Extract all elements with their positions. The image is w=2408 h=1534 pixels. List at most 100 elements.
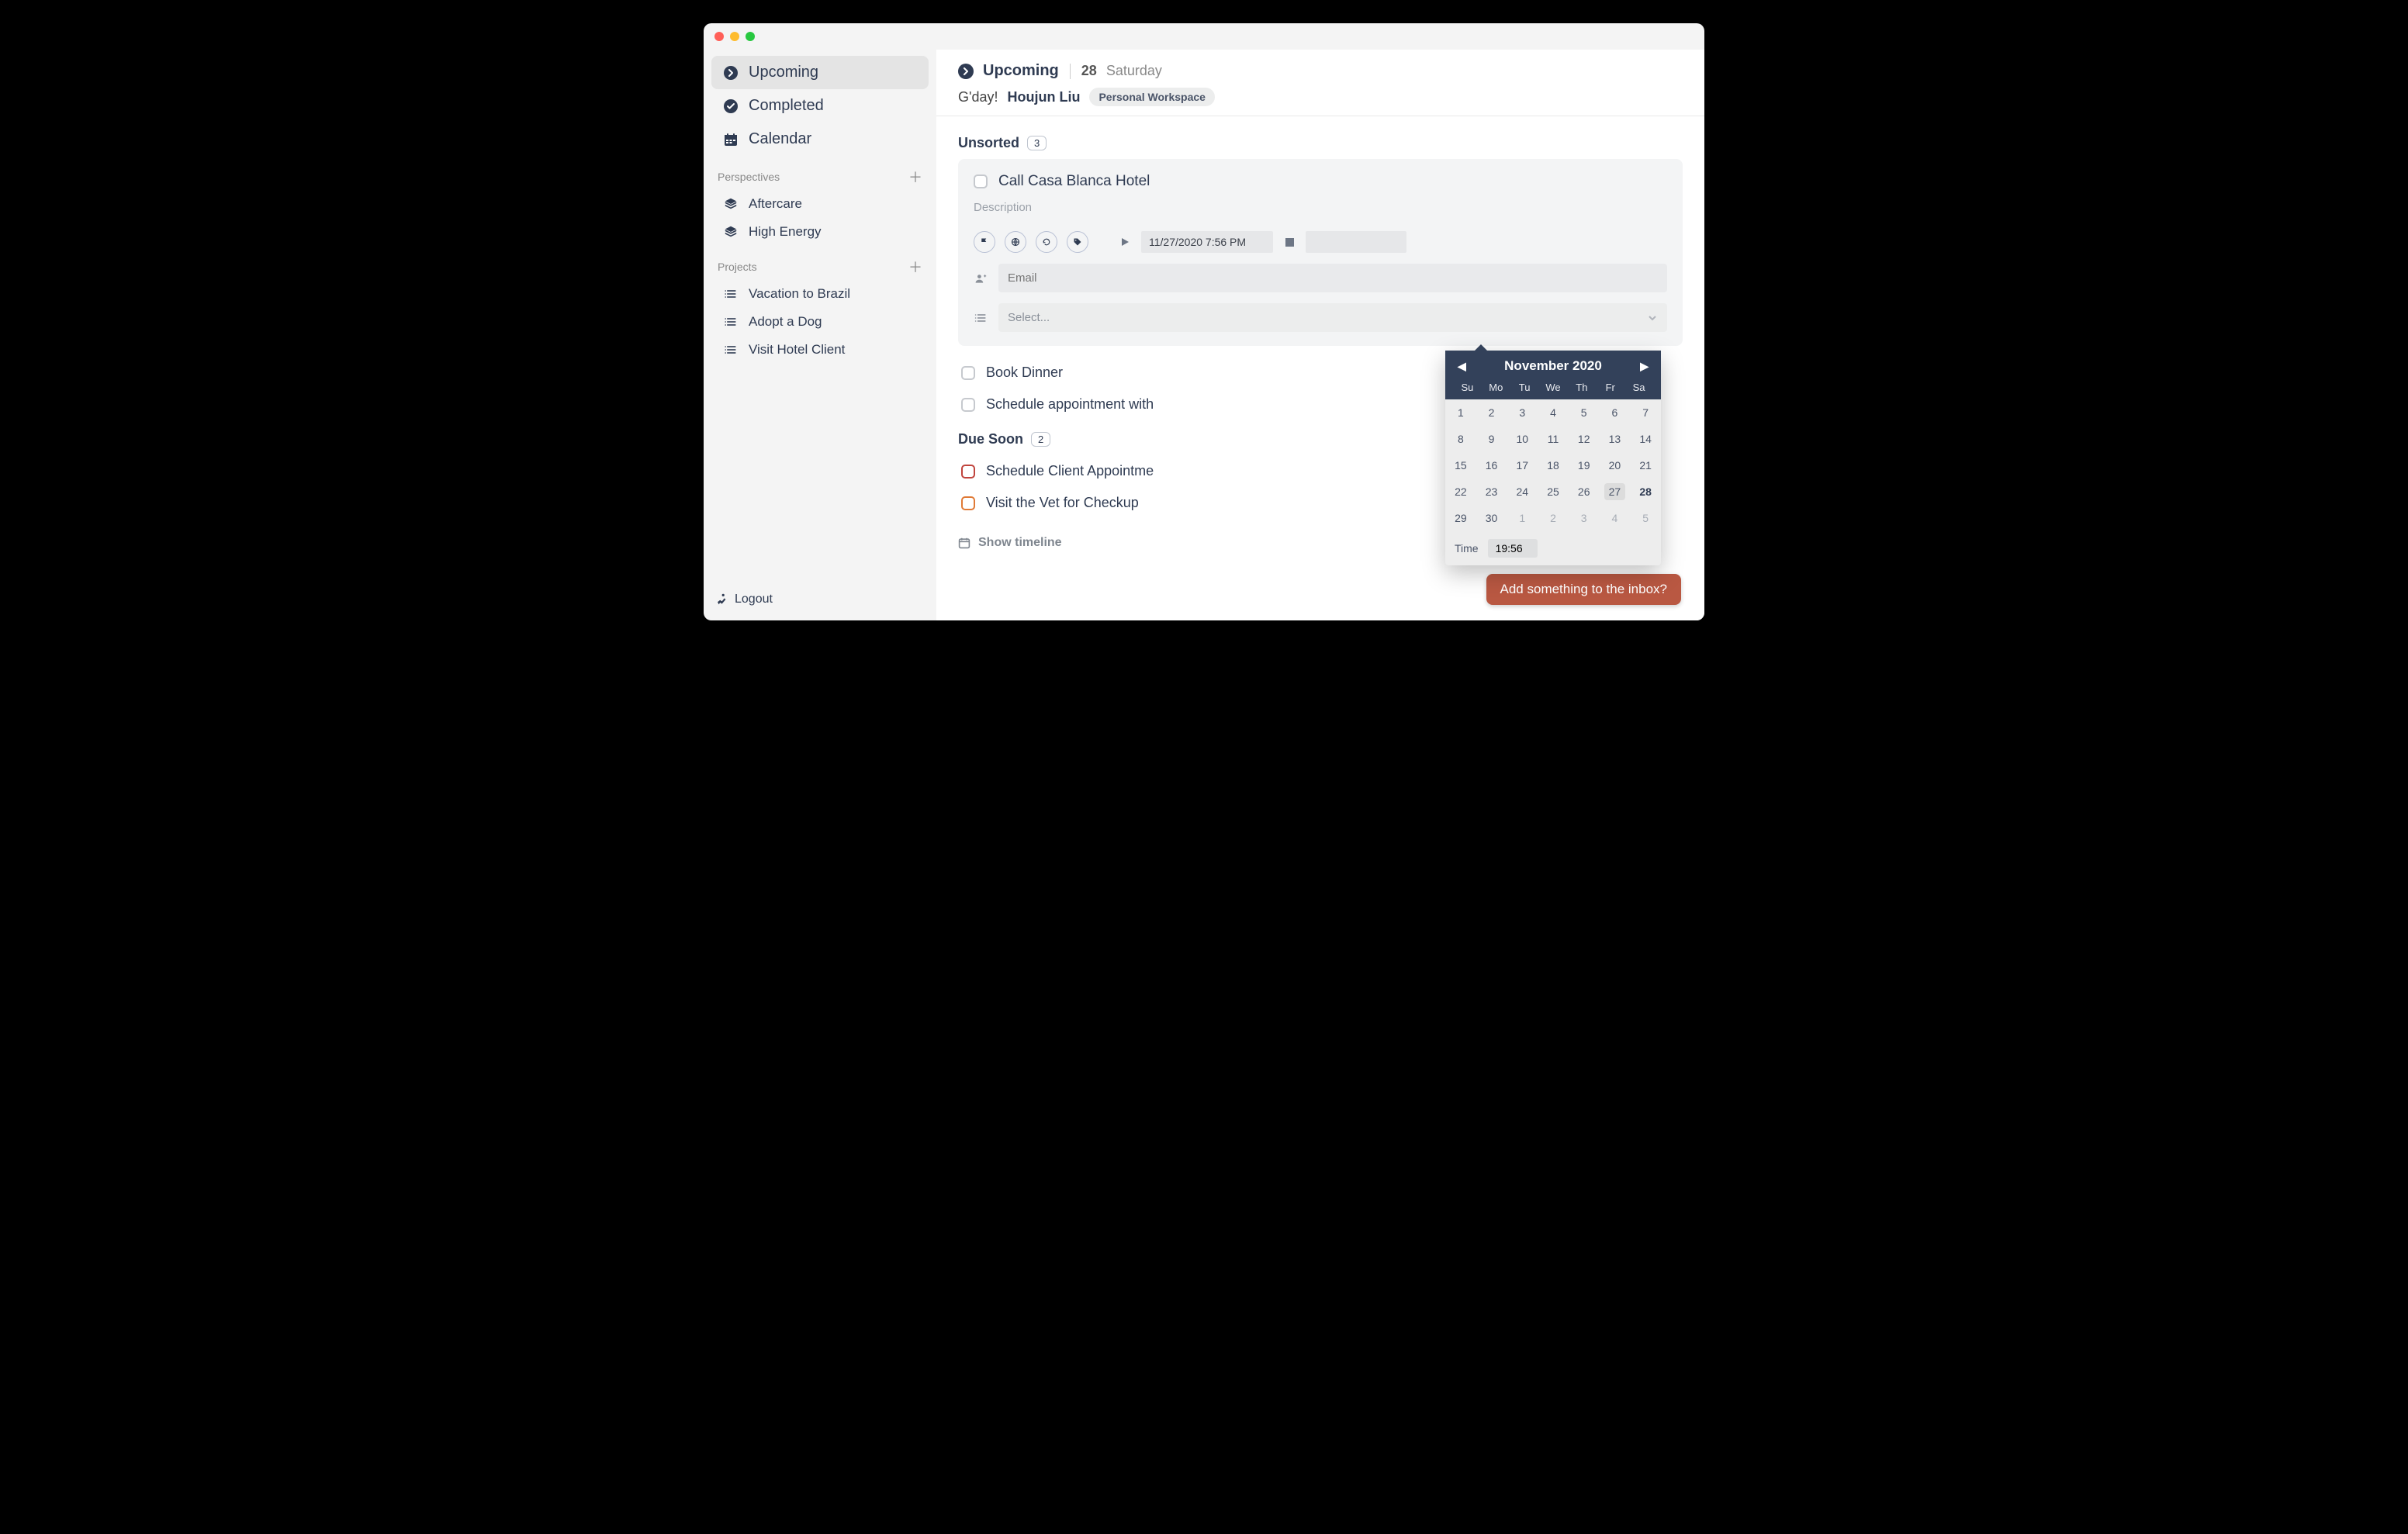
window-zoom-button[interactable] (746, 32, 755, 41)
task-description-placeholder[interactable]: Description (974, 201, 1667, 214)
datepicker-day[interactable]: 3 (1507, 399, 1538, 426)
datepicker-day[interactable]: 27 (1600, 479, 1631, 505)
header-date-number: 28 (1081, 63, 1097, 79)
project-label: Vacation to Brazil (749, 286, 850, 302)
datepicker-day[interactable]: 14 (1630, 426, 1661, 452)
nav-completed[interactable]: Completed (711, 89, 929, 123)
task-checkbox[interactable] (961, 465, 975, 479)
list-icon (974, 312, 988, 324)
datepicker-day[interactable]: 10 (1507, 426, 1538, 452)
datepicker-day[interactable]: 7 (1630, 399, 1661, 426)
datepicker-day[interactable]: 11 (1538, 426, 1569, 452)
flag-button[interactable] (974, 231, 995, 253)
start-datetime-input[interactable] (1141, 231, 1273, 253)
datepicker-weekday: Th (1567, 382, 1596, 393)
project-select[interactable]: Select... (998, 303, 1667, 332)
section-title-text: Due Soon (958, 431, 1023, 447)
perspective-item[interactable]: Aftercare (711, 190, 929, 218)
tag-button[interactable] (1067, 231, 1088, 253)
datepicker-day[interactable]: 24 (1507, 479, 1538, 505)
datepicker-weekday: We (1539, 382, 1568, 393)
task-label: Schedule appointment with (986, 396, 1154, 413)
datepicker-day[interactable]: 23 (1476, 479, 1507, 505)
datepicker-day[interactable]: 2 (1476, 399, 1507, 426)
greeting-text: G'day! (958, 89, 998, 105)
nav-calendar[interactable]: Calendar (711, 123, 929, 156)
project-item[interactable]: Vacation to Brazil (711, 280, 929, 308)
datepicker-next-button[interactable]: ▶ (1635, 360, 1653, 373)
task-checkbox[interactable] (961, 398, 975, 412)
layers-icon (722, 197, 739, 211)
datepicker-day[interactable]: 13 (1600, 426, 1631, 452)
logout-button[interactable]: Logout (711, 588, 929, 611)
repeat-button[interactable] (1036, 231, 1057, 253)
perspective-label: High Energy (749, 224, 822, 240)
datepicker-day[interactable]: 30 (1476, 505, 1507, 531)
datepicker-day[interactable]: 29 (1445, 505, 1476, 531)
window-close-button[interactable] (714, 32, 724, 41)
datepicker-day[interactable]: 15 (1445, 452, 1476, 479)
datepicker-day[interactable]: 18 (1538, 452, 1569, 479)
datepicker-day[interactable]: 9 (1476, 426, 1507, 452)
datepicker-day[interactable]: 1 (1507, 505, 1538, 531)
datepicker-day[interactable]: 25 (1538, 479, 1569, 505)
datepicker-day[interactable]: 4 (1600, 505, 1631, 531)
task-checkbox[interactable] (974, 174, 988, 188)
task-checkbox[interactable] (961, 366, 975, 380)
list-icon (722, 288, 739, 300)
window-minimize-button[interactable] (730, 32, 739, 41)
play-icon (1118, 237, 1132, 247)
nav-upcoming[interactable]: Upcoming (711, 56, 929, 89)
page-title: Upcoming (983, 62, 1059, 80)
nav-label: Upcoming (749, 64, 818, 81)
project-item[interactable]: Visit Hotel Client (711, 336, 929, 364)
datepicker-prev-button[interactable]: ◀ (1453, 360, 1471, 373)
datepicker-day[interactable]: 22 (1445, 479, 1476, 505)
add-project-button[interactable]: ＋ (908, 257, 922, 277)
datepicker-day[interactable]: 26 (1569, 479, 1600, 505)
perspective-item[interactable]: High Energy (711, 218, 929, 246)
nav-label: Calendar (749, 130, 811, 148)
project-item[interactable]: Adopt a Dog (711, 308, 929, 336)
datepicker-day[interactable]: 5 (1569, 399, 1600, 426)
datepicker-weekday: Su (1453, 382, 1482, 393)
header-date-day: Saturday (1106, 63, 1162, 79)
add-inbox-button[interactable]: Add something to the inbox? (1486, 574, 1681, 605)
globe-button[interactable] (1005, 231, 1026, 253)
show-timeline-label: Show timeline (978, 536, 1062, 550)
datepicker-day[interactable]: 5 (1630, 505, 1661, 531)
task-label: Book Dinner (986, 364, 1063, 381)
titlebar (704, 23, 1704, 50)
project-label: Adopt a Dog (749, 314, 822, 330)
datepicker-day[interactable]: 28 (1630, 479, 1661, 505)
add-perspective-button[interactable]: ＋ (908, 167, 922, 187)
end-datetime-input[interactable] (1306, 231, 1406, 253)
project-label: Visit Hotel Client (749, 342, 845, 358)
workspace-pill[interactable]: Personal Workspace (1089, 88, 1214, 106)
logout-icon (714, 593, 727, 606)
datepicker-day[interactable]: 8 (1445, 426, 1476, 452)
datepicker-day[interactable]: 16 (1476, 452, 1507, 479)
stop-icon (1282, 238, 1296, 247)
datepicker-day[interactable]: 20 (1600, 452, 1631, 479)
task-checkbox[interactable] (961, 496, 975, 510)
datepicker-day[interactable]: 4 (1538, 399, 1569, 426)
datepicker-day[interactable]: 2 (1538, 505, 1569, 531)
datepicker-day[interactable]: 21 (1630, 452, 1661, 479)
task-label: Schedule Client Appointme (986, 463, 1154, 479)
datepicker-day[interactable]: 17 (1507, 452, 1538, 479)
task-title[interactable]: Call Casa Blanca Hotel (998, 173, 1150, 190)
chevron-down-icon (1647, 313, 1658, 323)
datepicker-day[interactable]: 1 (1445, 399, 1476, 426)
datepicker-day[interactable]: 19 (1569, 452, 1600, 479)
datepicker-weekdays: SuMoTuWeThFrSa (1453, 382, 1653, 393)
datepicker-day[interactable]: 6 (1600, 399, 1631, 426)
layers-icon (722, 225, 739, 239)
datepicker-time-input[interactable] (1488, 539, 1538, 558)
calendar-icon (722, 132, 739, 147)
datepicker-time-label: Time (1455, 542, 1479, 555)
app-window: Upcoming Completed Calendar Perspectives… (704, 23, 1704, 620)
datepicker-day[interactable]: 3 (1569, 505, 1600, 531)
datepicker-day[interactable]: 12 (1569, 426, 1600, 452)
email-input[interactable] (998, 264, 1667, 292)
